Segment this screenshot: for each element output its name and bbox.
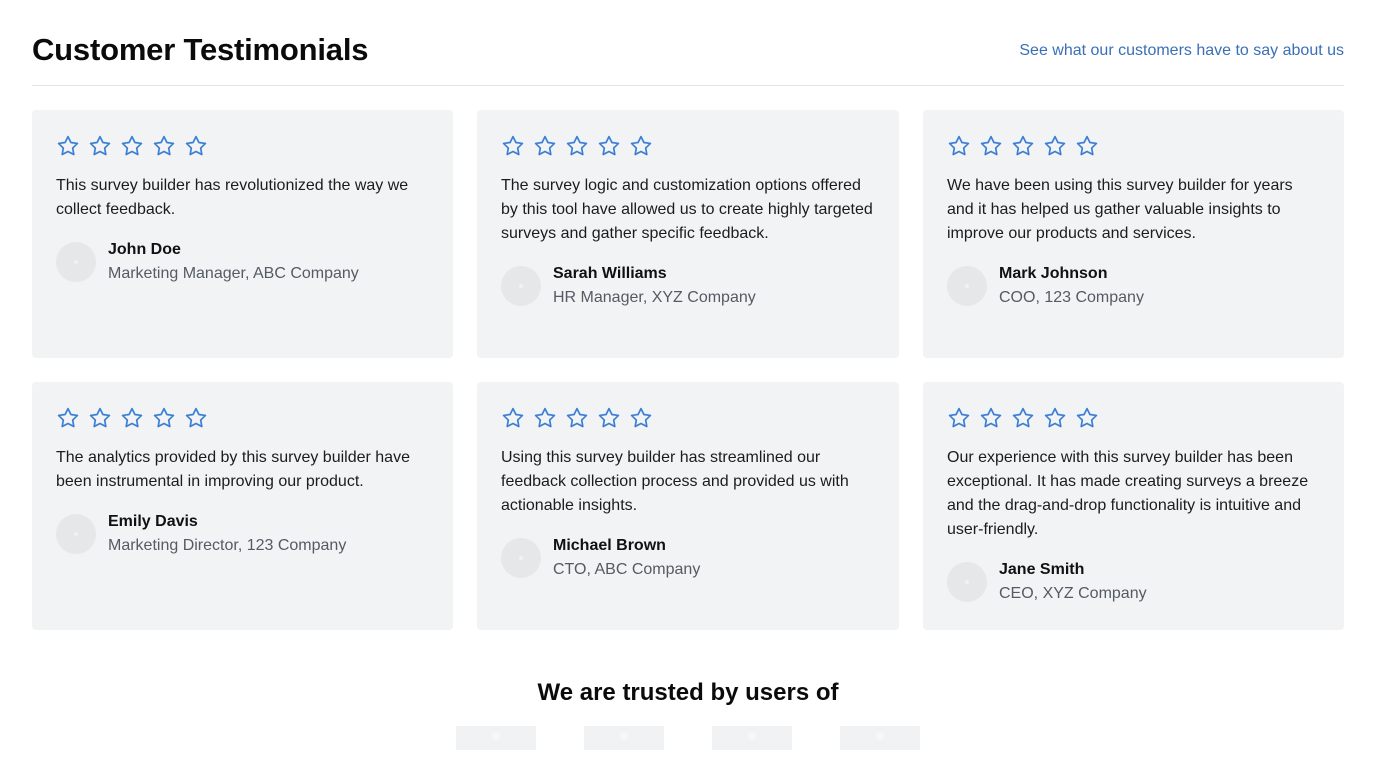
star-icon (56, 406, 80, 430)
star-icon (533, 406, 557, 430)
partner-logo (584, 726, 664, 750)
testimonial-author: John Doe Marketing Manager, ABC Company (56, 238, 429, 286)
star-icon (1011, 134, 1035, 158)
testimonial-card: The survey logic and customization optio… (477, 110, 899, 358)
star-icon (1075, 134, 1099, 158)
author-role: HR Manager, XYZ Company (553, 289, 756, 306)
star-icon (56, 134, 80, 158)
star-icon (533, 134, 557, 158)
author-role: CTO, ABC Company (553, 561, 701, 578)
star-icon (1043, 134, 1067, 158)
avatar (947, 562, 987, 602)
star-icon (184, 406, 208, 430)
star-icon (501, 406, 525, 430)
avatar (501, 266, 541, 306)
trusted-logos (456, 726, 920, 750)
star-icon (120, 406, 144, 430)
testimonial-quote: The survey logic and customization optio… (501, 177, 873, 242)
author-name: Jane Smith (999, 561, 1085, 578)
testimonial-author: Sarah Williams HR Manager, XYZ Company (501, 262, 875, 310)
star-icon (1075, 406, 1099, 430)
testimonial-quote: This survey builder has revolutionized t… (56, 177, 409, 218)
testimonial-card: This survey builder has revolutionized t… (32, 110, 453, 358)
author-name: Michael Brown (553, 537, 666, 554)
author-name: Sarah Williams (553, 265, 667, 282)
avatar (501, 538, 541, 578)
avatar (56, 242, 96, 282)
testimonial-author: Jane Smith CEO, XYZ Company (947, 558, 1320, 606)
star-icon (88, 134, 112, 158)
author-role: COO, 123 Company (999, 289, 1144, 306)
author-name: John Doe (108, 241, 181, 258)
star-rating (947, 406, 1320, 430)
star-icon (565, 134, 589, 158)
star-icon (629, 406, 653, 430)
star-icon (597, 134, 621, 158)
avatar (947, 266, 987, 306)
star-icon (947, 406, 971, 430)
star-icon (597, 406, 621, 430)
page-title: Customer Testimonials (32, 32, 369, 67)
star-icon (152, 134, 176, 158)
star-rating (947, 134, 1320, 158)
star-icon (184, 134, 208, 158)
author-name: Emily Davis (108, 513, 198, 530)
star-icon (979, 134, 1003, 158)
star-icon (565, 406, 589, 430)
see-customers-link[interactable]: See what our customers have to say about… (1019, 40, 1344, 62)
author-role: CEO, XYZ Company (999, 585, 1147, 602)
star-rating (56, 406, 429, 430)
testimonial-quote: We have been using this survey builder f… (947, 177, 1293, 242)
star-icon (629, 134, 653, 158)
author-role: Marketing Manager, ABC Company (108, 265, 359, 282)
star-icon (88, 406, 112, 430)
testimonial-quote: The analytics provided by this survey bu… (56, 449, 410, 490)
testimonial-card: We have been using this survey builder f… (923, 110, 1344, 358)
star-rating (501, 134, 875, 158)
star-icon (947, 134, 971, 158)
testimonial-author: Michael Brown CTO, ABC Company (501, 534, 875, 582)
testimonial-card: Using this survey builder has streamline… (477, 382, 899, 630)
star-rating (56, 134, 429, 158)
testimonial-author: Emily Davis Marketing Director, 123 Comp… (56, 510, 429, 558)
partner-logo (456, 726, 536, 750)
testimonial-quote: Using this survey builder has streamline… (501, 449, 849, 514)
testimonial-quote: Our experience with this survey builder … (947, 449, 1309, 538)
testimonials-header: Customer Testimonials See what our custo… (32, 30, 1344, 86)
star-icon (979, 406, 1003, 430)
testimonial-card: Our experience with this survey builder … (923, 382, 1344, 630)
star-icon (1011, 406, 1035, 430)
star-icon (1043, 406, 1067, 430)
star-icon (120, 134, 144, 158)
author-name: Mark Johnson (999, 265, 1108, 282)
testimonial-author: Mark Johnson COO, 123 Company (947, 262, 1320, 310)
partner-logo (712, 726, 792, 750)
trusted-by-title: We are trusted by users of (537, 679, 839, 706)
testimonial-card: The analytics provided by this survey bu… (32, 382, 453, 630)
star-icon (501, 134, 525, 158)
partner-logo (840, 726, 920, 750)
avatar (56, 514, 96, 554)
star-rating (501, 406, 875, 430)
testimonials-grid: This survey builder has revolutionized t… (32, 110, 1344, 630)
author-role: Marketing Director, 123 Company (108, 537, 347, 554)
star-icon (152, 406, 176, 430)
